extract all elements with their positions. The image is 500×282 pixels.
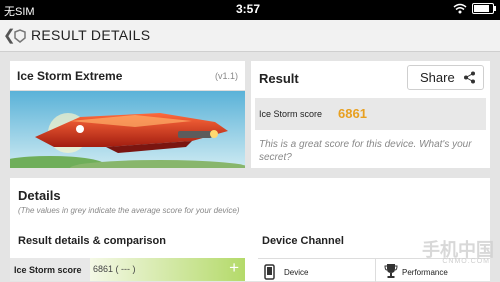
result-card: Result Share Ice Storm score 6861 This i…: [251, 61, 490, 168]
wifi-icon: [453, 3, 467, 14]
comparison-header: Result details & comparison: [18, 235, 166, 247]
test-version: (v1.1): [214, 71, 238, 81]
share-label: Share: [420, 70, 455, 85]
score-box: Ice Storm score 6861: [255, 98, 486, 130]
result-message: This is a great score for this device. W…: [259, 139, 472, 163]
plus-icon[interactable]: +: [229, 258, 239, 278]
device-channel-header: Device Channel: [262, 235, 344, 247]
row-value: 6861 ( --- ): [93, 264, 136, 274]
carrier-label: 无SIM: [4, 6, 35, 18]
test-banner-image: [10, 91, 245, 168]
3dmark-logo-icon: [14, 29, 26, 43]
divider: [375, 259, 376, 282]
score-label: Ice Storm score: [259, 109, 323, 119]
details-subtitle: (The values in grey indicate the average…: [18, 206, 240, 215]
test-card[interactable]: Ice Storm Extreme (v1.1): [10, 61, 245, 168]
share-icon: [464, 71, 475, 84]
share-button[interactable]: Share: [407, 65, 484, 90]
details-title: Details: [18, 188, 61, 203]
device-tab-label[interactable]: Device: [284, 268, 308, 277]
result-title: Result: [259, 71, 299, 86]
trophy-icon[interactable]: [384, 263, 398, 279]
watermark-subtext: CNMO.COM: [442, 258, 490, 265]
battery-icon: [472, 3, 496, 14]
page-title: RESULT DETAILS: [31, 27, 151, 43]
score-comparison-row[interactable]: Ice Storm score 6861 ( --- ) +: [10, 258, 245, 281]
row-label: Ice Storm score: [14, 265, 82, 275]
score-value: 6861: [338, 106, 367, 121]
performance-tab-label[interactable]: Performance: [402, 268, 448, 277]
test-card-header: Ice Storm Extreme (v1.1): [10, 61, 245, 91]
clock: 3:57: [236, 2, 261, 16]
status-bar: 无SIM 3:57: [0, 0, 500, 20]
status-icons: [453, 3, 496, 14]
test-name: Ice Storm Extreme: [17, 69, 123, 83]
details-card: Details (The values in grey indicate the…: [10, 178, 490, 282]
phone-icon[interactable]: [264, 264, 275, 280]
app-bar: ❮ RESULT DETAILS: [0, 20, 500, 52]
